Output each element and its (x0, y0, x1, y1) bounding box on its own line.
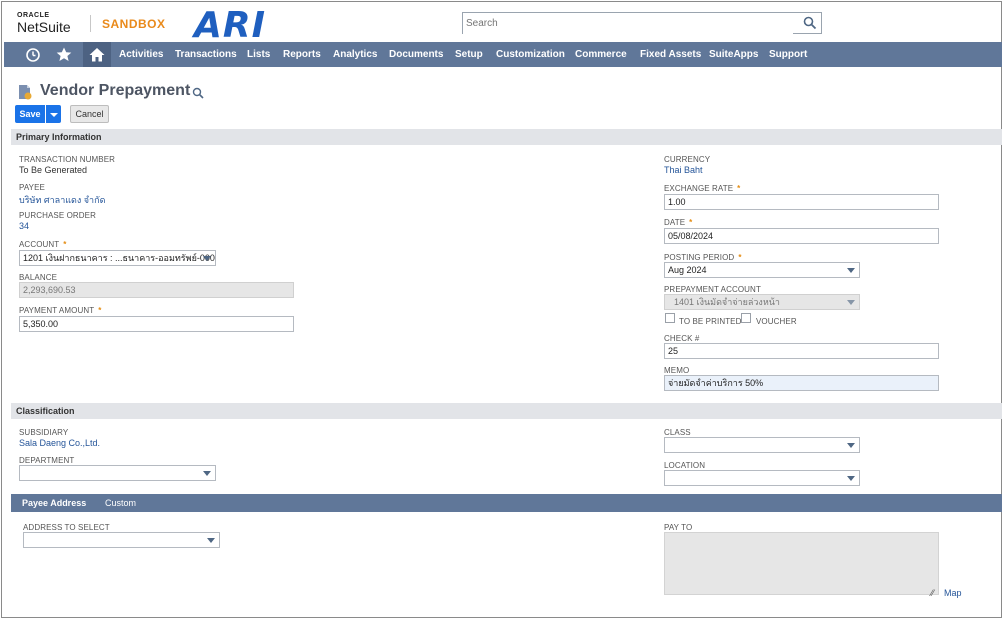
subsidiary-link[interactable]: Sala Daeng Co.,Ltd. (19, 438, 100, 448)
recent-records-icon[interactable] (24, 46, 42, 63)
nav-lists[interactable]: Lists (247, 42, 270, 67)
currency-label: CURRENCY (664, 155, 711, 164)
account-select[interactable]: 1201 เงินฝากธนาคาร : ...ธนาคาร-ออมทรัพย์… (19, 250, 216, 266)
to-be-printed-label: TO BE PRINTED (679, 317, 742, 326)
required-marker: * (738, 253, 742, 262)
required-marker: * (689, 218, 693, 227)
required-marker: * (63, 240, 67, 249)
subsidiary-label: SUBSIDIARY (19, 428, 69, 437)
department-select[interactable] (19, 465, 216, 481)
nav-suiteapps[interactable]: SuiteApps (709, 42, 758, 67)
balance-field: 2,293,690.53 (19, 282, 294, 298)
main-nav: Activities Transactions Lists Reports An… (4, 42, 1002, 67)
address-to-select-dropdown[interactable] (23, 532, 220, 548)
chevron-down-icon (207, 538, 215, 543)
chevron-down-icon (847, 476, 855, 481)
transaction-number-value: To Be Generated (19, 165, 88, 175)
subtab-bar: Payee Address Custom (11, 494, 1002, 516)
home-button[interactable] (83, 42, 111, 67)
account-value: 1201 เงินฝากธนาคาร : ...ธนาคาร-ออมทรัพย์… (23, 253, 216, 263)
payee-link[interactable]: บริษัท ศาลาแดง จำกัด (19, 193, 105, 207)
class-select[interactable] (664, 437, 860, 453)
exchange-rate-input[interactable]: 1.00 (664, 194, 939, 210)
location-select[interactable] (664, 470, 860, 486)
header-divider (90, 15, 91, 32)
required-marker: * (98, 306, 102, 315)
transaction-number-label: TRANSACTION NUMBER (19, 155, 116, 164)
posting-period-label: POSTING PERIOD * (664, 253, 742, 262)
memo-input[interactable]: จ่ายมัดจำค่าบริการ 50% (664, 375, 939, 391)
purchase-order-link[interactable]: 34 (19, 221, 29, 231)
chevron-down-icon (847, 443, 855, 448)
location-label: LOCATION (664, 461, 706, 470)
date-label: DATE * (664, 218, 693, 227)
required-marker: * (737, 184, 741, 193)
netsuite-logo[interactable]: NetSuite (17, 19, 71, 35)
posting-period-select[interactable]: Aug 2024 (664, 262, 860, 278)
prepayment-account-value: 1401 เงินมัดจำจ่ายล่วงหน้า (674, 297, 780, 307)
to-be-printed-checkbox[interactable] (665, 313, 675, 323)
account-label: ACCOUNT * (19, 240, 67, 249)
check-number-label: CHECK # (664, 334, 700, 343)
classification-header[interactable]: Classification (11, 403, 1002, 419)
date-input[interactable]: 05/08/2024 (664, 228, 939, 244)
chevron-down-icon (203, 256, 211, 261)
tab-payee-address[interactable]: Payee Address (17, 494, 91, 516)
currency-link[interactable]: Thai Baht (664, 165, 703, 175)
chevron-down-icon (203, 471, 211, 476)
exchange-rate-label: EXCHANGE RATE * (664, 184, 741, 193)
prepayment-account-label: PREPAYMENT ACCOUNT (664, 285, 761, 294)
posting-period-value: Aug 2024 (668, 265, 707, 275)
nav-customization[interactable]: Customization (496, 42, 565, 67)
nav-commerce[interactable]: Commerce (575, 42, 627, 67)
nav-setup[interactable]: Setup (455, 42, 483, 67)
resize-handle-icon[interactable]: ⁄⁄ (931, 588, 934, 598)
balance-label: BALANCE (19, 273, 58, 282)
department-label: DEPARTMENT (19, 456, 75, 465)
address-to-select-label: ADDRESS TO SELECT (23, 523, 110, 532)
nav-documents[interactable]: Documents (389, 42, 443, 67)
nav-analytics[interactable]: Analytics (333, 42, 377, 67)
vendor-prepayment-icon (19, 85, 32, 100)
pay-to-textarea[interactable] (664, 532, 939, 595)
nav-transactions[interactable]: Transactions (175, 42, 237, 67)
tab-custom[interactable]: Custom (105, 494, 136, 512)
nav-support[interactable]: Support (769, 42, 807, 67)
search-icon[interactable] (803, 16, 817, 30)
nav-reports[interactable]: Reports (283, 42, 321, 67)
save-button[interactable]: Save (15, 105, 45, 123)
primary-information-header[interactable]: Primary Information (11, 129, 1002, 145)
search-input[interactable] (463, 13, 793, 34)
cancel-button[interactable]: Cancel (70, 105, 109, 123)
brand-logo: ARI (194, 5, 266, 46)
pay-to-label: PAY TO (664, 523, 693, 532)
purchase-order-label: PURCHASE ORDER (19, 211, 96, 220)
search-icon[interactable] (192, 87, 204, 99)
nav-activities[interactable]: Activities (119, 42, 163, 67)
class-label: CLASS (664, 428, 691, 437)
star-icon[interactable] (55, 46, 73, 63)
payment-amount-input[interactable]: 5,350.00 (19, 316, 294, 332)
check-number-input[interactable]: 25 (664, 343, 939, 359)
sandbox-badge: SANDBOX (102, 17, 166, 31)
save-options-dropdown[interactable] (46, 105, 61, 123)
home-icon (89, 48, 105, 62)
chevron-down-icon (847, 300, 855, 305)
voucher-checkbox[interactable] (741, 313, 751, 323)
app-window: ORACLE NetSuite SANDBOX ARI Activities T… (1, 1, 1002, 618)
payee-label: PAYEE (19, 183, 45, 192)
payment-amount-label: PAYMENT AMOUNT * (19, 306, 102, 315)
prepayment-account-select: 1401 เงินมัดจำจ่ายล่วงหน้า (664, 294, 860, 310)
chevron-down-icon (847, 268, 855, 273)
oracle-label: ORACLE (17, 12, 50, 19)
memo-label: MEMO (664, 366, 690, 375)
page-title: Vendor Prepayment (40, 82, 191, 99)
global-search[interactable] (462, 12, 822, 34)
nav-fixed-assets[interactable]: Fixed Assets (640, 42, 701, 67)
voucher-label: VOUCHER (756, 317, 797, 326)
map-link[interactable]: Map (944, 588, 962, 598)
